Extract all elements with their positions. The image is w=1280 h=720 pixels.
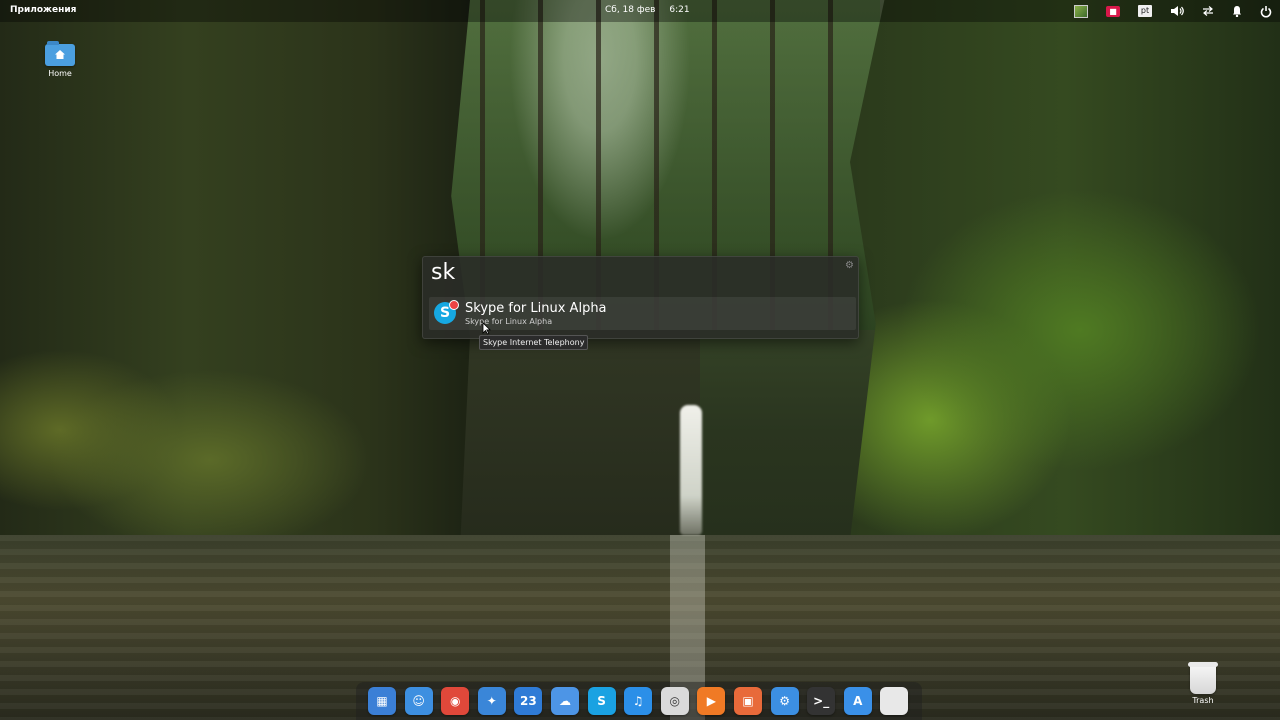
appcenter-icon[interactable]: A (843, 687, 872, 715)
camera-icon[interactable]: ◎ (660, 687, 689, 715)
wallpaper-left-cliff (0, 0, 470, 560)
desktop-home-folder[interactable]: Home (42, 41, 78, 78)
multitasking-view-icon[interactable]: ▦ (368, 687, 396, 715)
result-title: Skype for Linux Alpha (465, 301, 607, 316)
wallpaper-right-cliff (850, 0, 1280, 540)
files-icon[interactable]: ☺ (404, 687, 433, 715)
system-tray: ■ pt (1056, 2, 1272, 20)
app-indicator-icon[interactable]: ■ (1106, 5, 1120, 17)
chrome-icon[interactable]: ◉ (441, 687, 470, 715)
wallpaper-waterfall (680, 405, 702, 535)
keyboard-layout-label: pt (1138, 5, 1152, 17)
network-icon[interactable] (1202, 6, 1214, 16)
photos-icon[interactable]: ▣ (734, 687, 762, 715)
maps-icon[interactable]: ✦ (477, 687, 506, 715)
time-label: 6:21 (669, 5, 690, 15)
settings-icon[interactable]: ⚙ (770, 687, 799, 715)
wallpaper-gorge (440, 330, 700, 540)
search-result-item[interactable]: S Skype for Linux Alpha Skype for Linux … (429, 297, 856, 330)
applications-menu-button[interactable]: Приложения (10, 5, 76, 15)
desktop-wallpaper (0, 0, 1280, 720)
result-subtitle: Skype for Linux Alpha (465, 317, 553, 326)
trash-bin-icon (1188, 662, 1218, 694)
skype-app-icon: S (434, 300, 459, 324)
skype-icon[interactable]: S (587, 687, 616, 715)
terminal-icon[interactable]: >_ (807, 687, 836, 715)
desktop-trash[interactable]: Trash (1183, 662, 1223, 705)
image-indicator-icon[interactable] (1074, 4, 1088, 18)
calendar-icon[interactable]: 23 (514, 687, 543, 715)
volume-icon[interactable] (1170, 5, 1184, 17)
app-indicator-label: ■ (1106, 5, 1120, 17)
date-label: Сб, 18 фев (605, 5, 656, 15)
home-folder-icon (45, 41, 75, 66)
date-time-indicator[interactable]: Сб, 18 фев 6:21 (605, 5, 690, 15)
launcher-settings-icon[interactable]: ⚙ (845, 260, 854, 271)
keyboard-layout-indicator[interactable]: pt (1138, 5, 1152, 17)
power-icon[interactable] (1260, 5, 1272, 18)
music-icon[interactable]: ♫ (624, 687, 653, 715)
top-panel: Приложения Сб, 18 фев 6:21 ■ pt (0, 0, 1280, 22)
video-icon[interactable]: ▶ (697, 687, 726, 715)
result-tooltip: Skype Internet Telephony (479, 335, 589, 350)
chat-icon[interactable]: ☁ (551, 687, 579, 715)
home-folder-label: Home (48, 69, 72, 78)
trash-label: Trash (1192, 696, 1214, 705)
trash-dock-icon[interactable] (880, 687, 909, 715)
notifications-icon[interactable] (1232, 5, 1242, 17)
launcher-search-input[interactable]: sk (431, 260, 455, 285)
dock: ▦ ☺ ◉ ✦ 23 ☁ S ♫ ◎ ▶ ▣ ⚙ >_ A (356, 682, 922, 720)
